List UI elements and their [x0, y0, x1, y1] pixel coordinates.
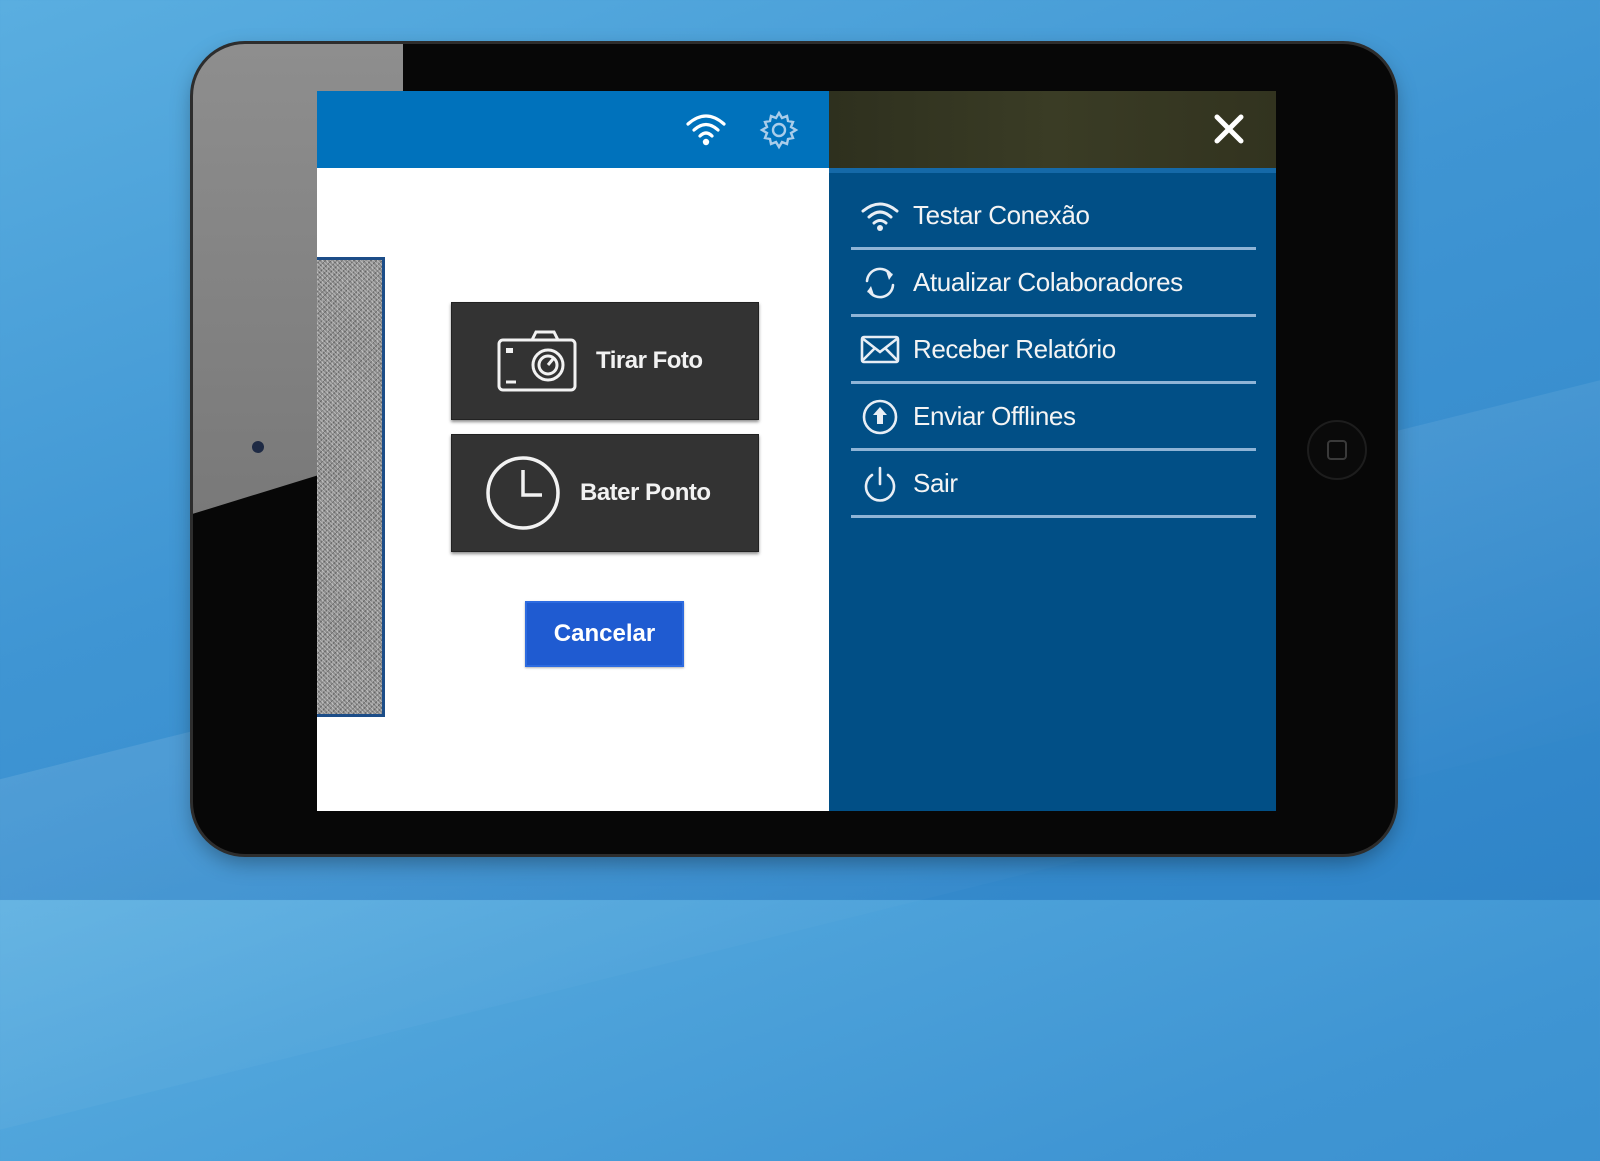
menu-item-exit[interactable]: Sair [851, 452, 1256, 518]
camera-preview [317, 257, 385, 717]
app-screen: Tirar Foto Bater Ponto Cancelar Testar C… [317, 91, 1276, 811]
punch-clock-label: Bater Ponto [580, 479, 711, 506]
front-camera [252, 441, 264, 453]
home-button[interactable] [1307, 420, 1367, 480]
side-menu-header [829, 91, 1276, 168]
gear-icon[interactable] [757, 110, 801, 150]
menu-item-label: Enviar Offlines [913, 401, 1076, 431]
wifi-icon[interactable] [684, 110, 728, 150]
side-menu-panel: Testar Conexão Atualizar Colaboradores R… [829, 91, 1276, 811]
menu-item-label: Atualizar Colaboradores [913, 267, 1183, 297]
envelope-icon [860, 335, 900, 363]
close-icon[interactable] [1209, 109, 1249, 149]
cancel-button[interactable]: Cancelar [525, 601, 684, 667]
menu-item-test-connection[interactable]: Testar Conexão [851, 184, 1256, 250]
punch-clock-button[interactable]: Bater Ponto [451, 434, 759, 552]
menu-item-receive-report[interactable]: Receber Relatório [851, 318, 1256, 384]
wifi-icon [861, 202, 899, 231]
upload-circle-icon [862, 399, 898, 434]
refresh-icon [865, 267, 895, 298]
home-square-icon [1327, 440, 1347, 460]
menu-item-update-collaborators[interactable]: Atualizar Colaboradores [851, 251, 1256, 317]
menu-item-label: Testar Conexão [913, 200, 1090, 230]
take-photo-label: Tirar Foto [596, 347, 703, 374]
menu-item-send-offlines[interactable]: Enviar Offlines [851, 385, 1256, 451]
menu-item-label: Sair [913, 468, 958, 498]
top-bar [317, 91, 829, 168]
side-header-divider [829, 168, 1276, 173]
take-photo-button[interactable]: Tirar Foto [451, 302, 759, 420]
power-icon [864, 466, 896, 502]
camera-icon [497, 330, 577, 392]
side-menu-list: Testar Conexão Atualizar Colaboradores R… [851, 184, 1256, 519]
clock-icon [486, 456, 560, 530]
menu-item-label: Receber Relatório [913, 334, 1116, 364]
